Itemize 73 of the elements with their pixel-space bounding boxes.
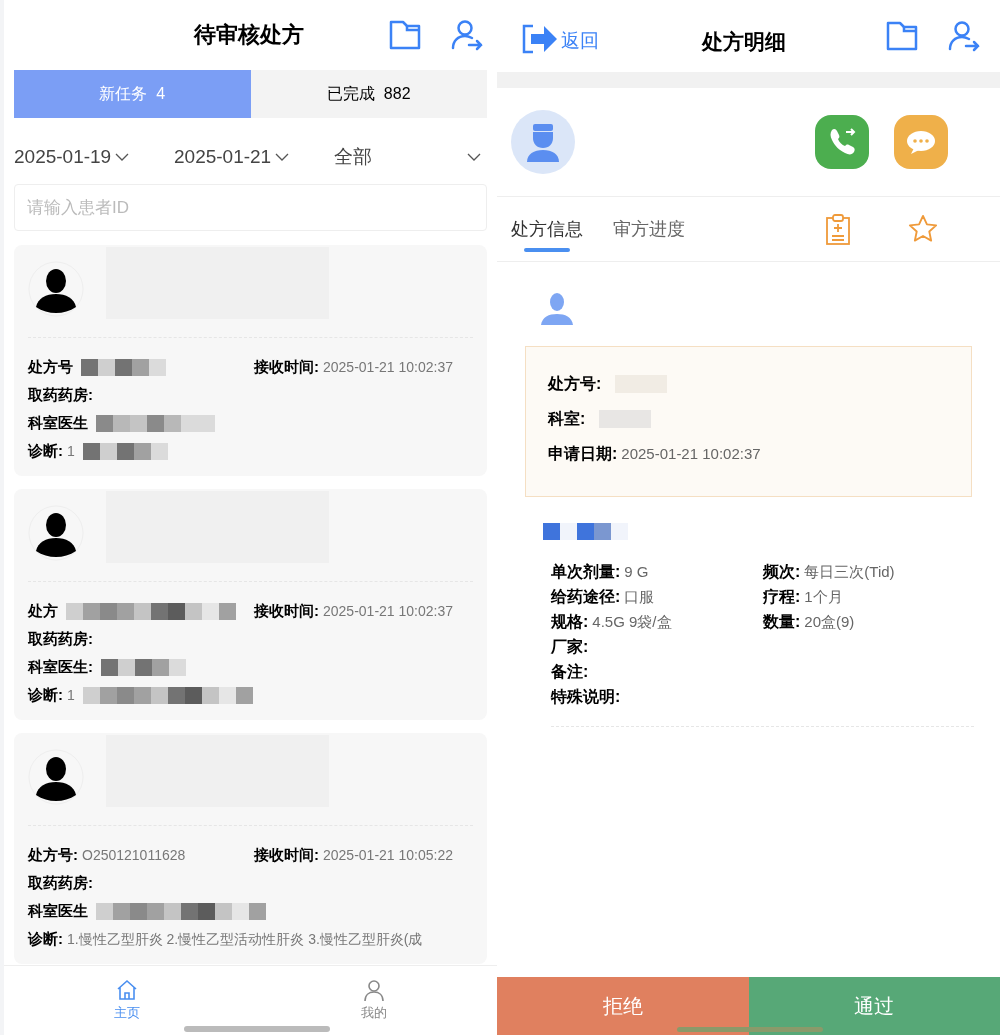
field-label: 科室医生 bbox=[28, 412, 88, 433]
filter-dropdown[interactable]: 全部 bbox=[334, 142, 487, 172]
field-value: 2025-01-21 10:02:37 bbox=[621, 443, 761, 464]
chevron-down-icon bbox=[467, 153, 481, 161]
detail-tab[interactable]: 审方进度 bbox=[613, 196, 685, 262]
field-value: 每日三次(Tid) bbox=[804, 561, 895, 582]
field-label: 处方号: bbox=[28, 844, 78, 865]
search-field[interactable]: 请输入患者ID bbox=[14, 184, 487, 231]
user-switch-icon[interactable] bbox=[948, 20, 980, 52]
field-label: 接收时间: bbox=[254, 600, 319, 621]
status-tab[interactable]: 已完成 882 bbox=[250, 70, 487, 118]
field-value: 2025-01-21 10:02:37 bbox=[323, 357, 453, 377]
exit-arrow-icon bbox=[521, 23, 559, 55]
field-label: 申请日期: bbox=[548, 444, 618, 464]
avatar-icon bbox=[28, 261, 84, 317]
prescription-card[interactable]: 处方号 接收时间: 2025-01-21 10:02:37 取药药房: 科室医生 诊断: 1 bbox=[14, 245, 487, 476]
field-label: 频次: bbox=[763, 562, 801, 582]
field-label: 接收时间: bbox=[254, 844, 319, 865]
back-button[interactable]: 返回 bbox=[521, 23, 599, 55]
field-value: 2025-01-21 10:02:37 bbox=[323, 601, 453, 621]
field-value: O250121011628 bbox=[82, 845, 186, 865]
avatar-icon bbox=[28, 749, 84, 805]
field-label: 取药药房: bbox=[28, 628, 93, 649]
field-label: 科室医生 bbox=[28, 900, 88, 921]
phone-call-icon[interactable] bbox=[815, 115, 869, 169]
field-value: 1个月 bbox=[804, 586, 843, 607]
avatar-icon bbox=[28, 505, 84, 561]
field-value: 1.慢性乙型肝炎 2.慢性乙型活动性肝炎 3.慢性乙型肝炎(成 bbox=[67, 929, 423, 949]
field-label: 接收时间: bbox=[254, 356, 319, 377]
person-icon bbox=[539, 290, 575, 326]
doctor-avatar-icon bbox=[511, 110, 575, 174]
field-label: 备注: bbox=[551, 662, 589, 682]
screen-title: 待审核处方 bbox=[194, 21, 304, 49]
chevron-down-icon bbox=[275, 153, 290, 161]
field-label: 规格: bbox=[551, 612, 589, 632]
field-label: 处方号: bbox=[548, 374, 602, 394]
field-value: 2025-01-21 10:05:22 bbox=[323, 845, 453, 865]
field-label: 处方号 bbox=[28, 356, 73, 377]
field-value: 20盒(9) bbox=[804, 611, 855, 632]
clipboard-icon[interactable] bbox=[825, 213, 851, 245]
field-label: 特殊说明: bbox=[551, 687, 621, 707]
user-switch-icon[interactable] bbox=[451, 19, 483, 51]
folder-icon[interactable] bbox=[886, 21, 918, 51]
field-label: 单次剂量: bbox=[551, 562, 621, 582]
field-value: 1 bbox=[67, 685, 75, 705]
field-value: 9 G bbox=[624, 561, 649, 582]
field-label: 诊断: bbox=[28, 684, 63, 705]
field-label: 数量: bbox=[763, 612, 801, 632]
field-label: 给药途径: bbox=[551, 587, 621, 607]
field-label: 诊断: bbox=[28, 928, 63, 949]
folder-icon[interactable] bbox=[389, 20, 421, 50]
field-label: 取药药房: bbox=[28, 384, 93, 405]
prescription-card[interactable]: 处方 接收时间: 2025-01-21 10:02:37 取药药房: 科室医生: 诊断: 1 bbox=[14, 489, 487, 720]
field-value: 1 bbox=[67, 441, 75, 461]
field-label: 科室: bbox=[548, 409, 586, 429]
field-label: 科室医生: bbox=[28, 656, 93, 677]
person-icon bbox=[361, 978, 386, 1003]
filter-dropdown[interactable]: 2025-01-19 bbox=[14, 142, 174, 172]
chevron-down-icon bbox=[115, 153, 130, 161]
field-label: 诊断: bbox=[28, 440, 63, 461]
field-label: 处方 bbox=[28, 600, 58, 621]
field-value: 口服 bbox=[624, 586, 655, 607]
field-label: 厂家: bbox=[551, 637, 589, 657]
field-value: 4.5G 9袋/盒 bbox=[592, 611, 672, 632]
prescription-card[interactable]: 处方号: O250121011628 接收时间: 2025-01-21 10:05:22 取药药房: 科室医生 诊断: 1.慢性乙型肝炎 2.慢性乙型活动性肝炎 3.慢性乙型肝炎(成 bbox=[14, 733, 487, 964]
filter-dropdown[interactable]: 2025-01-21 bbox=[174, 142, 334, 172]
nav-tab[interactable]: 我的 bbox=[250, 966, 497, 1035]
star-icon[interactable] bbox=[907, 214, 939, 244]
detail-tab[interactable]: 处方信息 bbox=[511, 196, 583, 262]
message-icon[interactable] bbox=[894, 115, 948, 169]
field-label: 取药药房: bbox=[28, 872, 93, 893]
field-label: 疗程: bbox=[763, 587, 801, 607]
screen-title: 处方明细 bbox=[702, 29, 786, 55]
